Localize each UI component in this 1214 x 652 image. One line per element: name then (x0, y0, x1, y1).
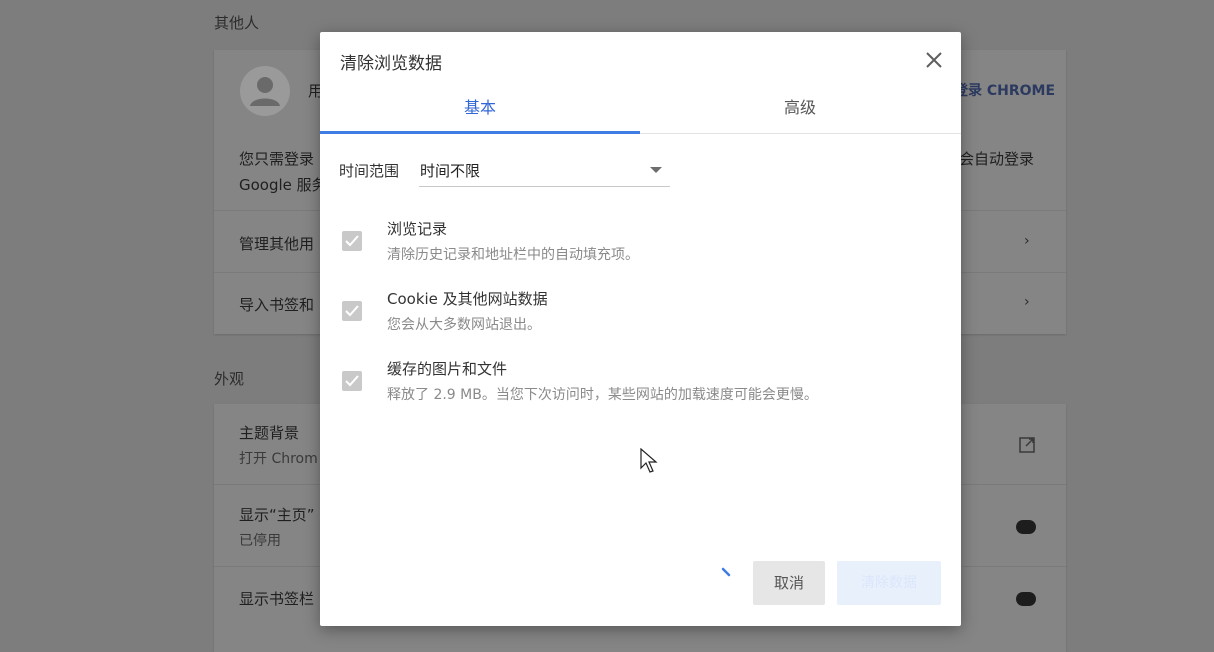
theme-title: 主题背景 (239, 424, 300, 442)
checkmark-icon (345, 305, 359, 317)
active-tab-indicator (320, 131, 640, 134)
cookies-title: Cookie 及其他网站数据 (387, 290, 548, 308)
time-range-value: 时间不限 (420, 162, 481, 180)
theme-subtitle: 打开 Chrom (239, 451, 318, 467)
time-range-label: 时间范围 (339, 162, 400, 180)
clear-browsing-data-dialog: 清除浏览数据 基本 高级 时间范围 时间不限 浏览记录 清除历史记录和地址栏中的… (320, 32, 961, 626)
manage-other-people[interactable]: 管理其他用 (239, 233, 314, 254)
checkmark-icon (345, 235, 359, 247)
signin-description-line1-right: 会自动登录 (959, 150, 1035, 168)
browsing-history-title: 浏览记录 (387, 220, 448, 238)
section-appearance-heading: 外观 (214, 370, 245, 388)
avatar-icon[interactable] (240, 66, 290, 116)
browsing-history-desc: 清除历史记录和地址栏中的自动填充项。 (387, 247, 639, 263)
time-range-select[interactable]: 时间不限 (419, 156, 670, 187)
import-bookmarks[interactable]: 导入书签和 (239, 294, 314, 315)
signin-description-line1: 您只需登录 (239, 150, 315, 168)
dialog-title: 清除浏览数据 (340, 54, 442, 74)
spinner-icon (720, 565, 734, 579)
chevron-right-icon[interactable]: › (1024, 233, 1030, 249)
external-link-icon[interactable] (1018, 436, 1036, 454)
cached-files-desc: 释放了 2.9 MB。当您下次访问时，某些网站的加载速度可能会更慢。 (387, 387, 818, 403)
tab-advanced[interactable]: 高级 (640, 90, 960, 134)
tab-basic[interactable]: 基本 (320, 90, 640, 134)
mouse-cursor-icon (640, 447, 658, 478)
checkmark-icon (345, 375, 359, 387)
show-bookmarks-toggle[interactable] (1016, 592, 1036, 606)
close-icon[interactable] (922, 48, 946, 72)
cookies-checkbox[interactable] (342, 301, 362, 321)
cookies-desc: 您会从大多数网站退出。 (387, 317, 541, 333)
show-home-toggle[interactable] (1016, 520, 1036, 534)
section-others-heading: 其他人 (214, 14, 260, 32)
clear-data-button[interactable]: 清除数据 (837, 561, 941, 605)
dropdown-arrow-icon (650, 167, 662, 173)
show-home-subtitle: 已停用 (239, 533, 281, 549)
cancel-button[interactable]: 取消 (753, 561, 825, 605)
signin-description-line2: Google 服务 (239, 176, 327, 194)
cached-files-checkbox[interactable] (342, 371, 362, 391)
signin-chrome-link[interactable]: 登录 CHROME (954, 80, 1055, 100)
cached-files-title: 缓存的图片和文件 (387, 360, 508, 378)
show-home-title: 显示“主页” (239, 506, 315, 524)
browsing-history-checkbox[interactable] (342, 231, 362, 251)
show-bookmarks-bar: 显示书签栏 (239, 590, 315, 608)
chevron-right-icon[interactable]: › (1024, 294, 1030, 310)
